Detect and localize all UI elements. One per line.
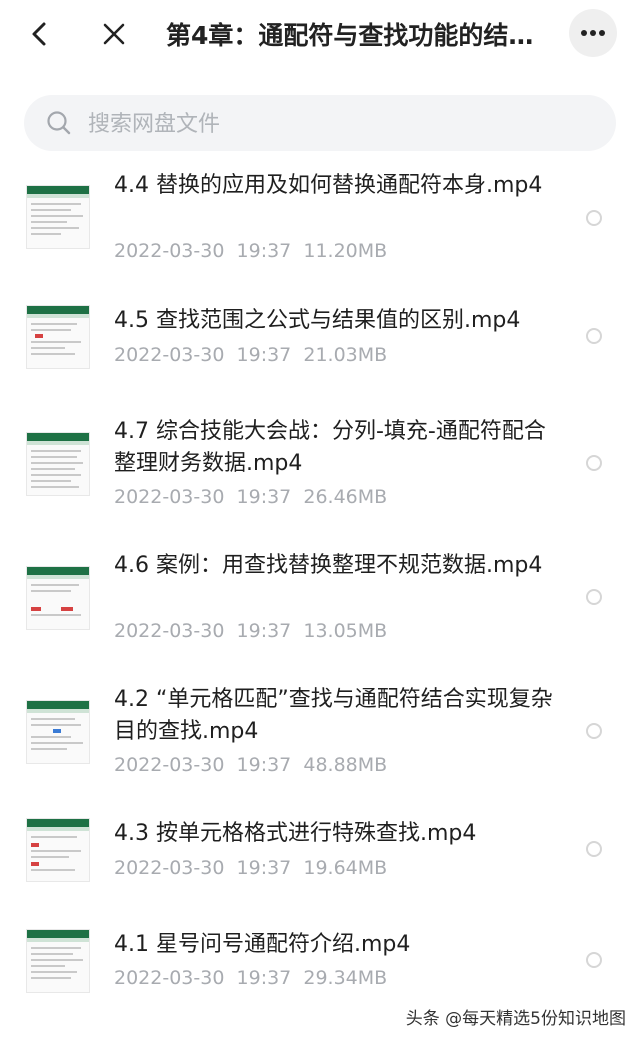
close-button[interactable] (96, 14, 132, 54)
more-horizontal-icon (581, 30, 605, 36)
file-meta: 2022-03-30 19:37 29.34MB (114, 964, 554, 992)
file-meta: 2022-03-30 19:37 21.03MB (114, 341, 554, 369)
select-radio[interactable] (586, 841, 602, 857)
video-thumbnail (26, 929, 90, 993)
file-size: 29.34MB (303, 967, 388, 989)
watermark: 头条 @每天精选5份知识地图 (405, 1009, 626, 1029)
file-meta: 2022-03-30 19:37 11.20MB (114, 237, 554, 265)
file-name: 4.2 “单元格匹配”查找与通配符结合实现复杂目的查找.mp4 (114, 687, 553, 744)
file-date: 2022-03-30 (114, 620, 225, 642)
select-radio[interactable] (586, 328, 602, 344)
select-radio[interactable] (586, 952, 602, 968)
file-date: 2022-03-30 (114, 967, 225, 989)
close-icon (103, 23, 125, 45)
file-name: 4.3 按单元格格式进行特殊查找.mp4 (114, 821, 477, 846)
search-bar[interactable] (24, 95, 616, 151)
file-time: 19:37 (236, 620, 292, 642)
top-bar: 第4章：通配符与查找功能的结合与应用 (0, 0, 640, 70)
back-button[interactable] (22, 14, 58, 54)
file-name: 4.1 星号问号通配符介绍.mp4 (114, 932, 411, 957)
file-date: 2022-03-30 (114, 754, 225, 776)
page-title: 第4章：通配符与查找功能的结合与应用 (166, 21, 556, 50)
select-radio[interactable] (586, 455, 602, 471)
file-size: 21.03MB (303, 344, 388, 366)
video-thumbnail (26, 305, 90, 369)
file-time: 19:37 (236, 486, 292, 508)
file-date: 2022-03-30 (114, 857, 225, 879)
video-thumbnail (26, 818, 90, 882)
video-thumbnail (26, 700, 90, 764)
file-date: 2022-03-30 (114, 344, 225, 366)
video-thumbnail (26, 566, 90, 630)
more-button[interactable] (569, 9, 617, 57)
select-radio[interactable] (586, 210, 602, 226)
file-name: 4.5 查找范围之公式与结果值的区别.mp4 (114, 308, 521, 333)
file-meta: 2022-03-30 19:37 26.46MB (114, 483, 554, 511)
file-name: 4.7 综合技能大会战：分列-填充-通配符配合整理财务数据.mp4 (114, 419, 546, 476)
file-meta: 2022-03-30 19:37 19.64MB (114, 854, 554, 882)
file-size: 48.88MB (303, 754, 388, 776)
select-radio[interactable] (586, 589, 602, 605)
video-thumbnail (26, 432, 90, 496)
file-time: 19:37 (236, 857, 292, 879)
chevron-left-icon (32, 22, 46, 46)
search-input[interactable] (86, 103, 590, 145)
file-size: 13.05MB (303, 620, 388, 642)
file-size: 11.20MB (303, 240, 388, 262)
file-time: 19:37 (236, 967, 292, 989)
file-time: 19:37 (236, 754, 292, 776)
file-size: 26.46MB (303, 486, 388, 508)
file-time: 19:37 (236, 240, 292, 262)
file-date: 2022-03-30 (114, 240, 225, 262)
file-size: 19.64MB (303, 857, 388, 879)
file-date: 2022-03-30 (114, 486, 225, 508)
video-thumbnail (26, 185, 90, 249)
file-meta: 2022-03-30 19:37 13.05MB (114, 617, 554, 645)
file-meta: 2022-03-30 19:37 48.88MB (114, 751, 554, 779)
select-radio[interactable] (586, 723, 602, 739)
file-time: 19:37 (236, 344, 292, 366)
file-name: 4.6 案例：用查找替换整理不规范数据.mp4 (114, 553, 543, 578)
file-name: 4.4 替换的应用及如何替换通配符本身.mp4 (114, 173, 543, 198)
search-icon (47, 111, 71, 135)
